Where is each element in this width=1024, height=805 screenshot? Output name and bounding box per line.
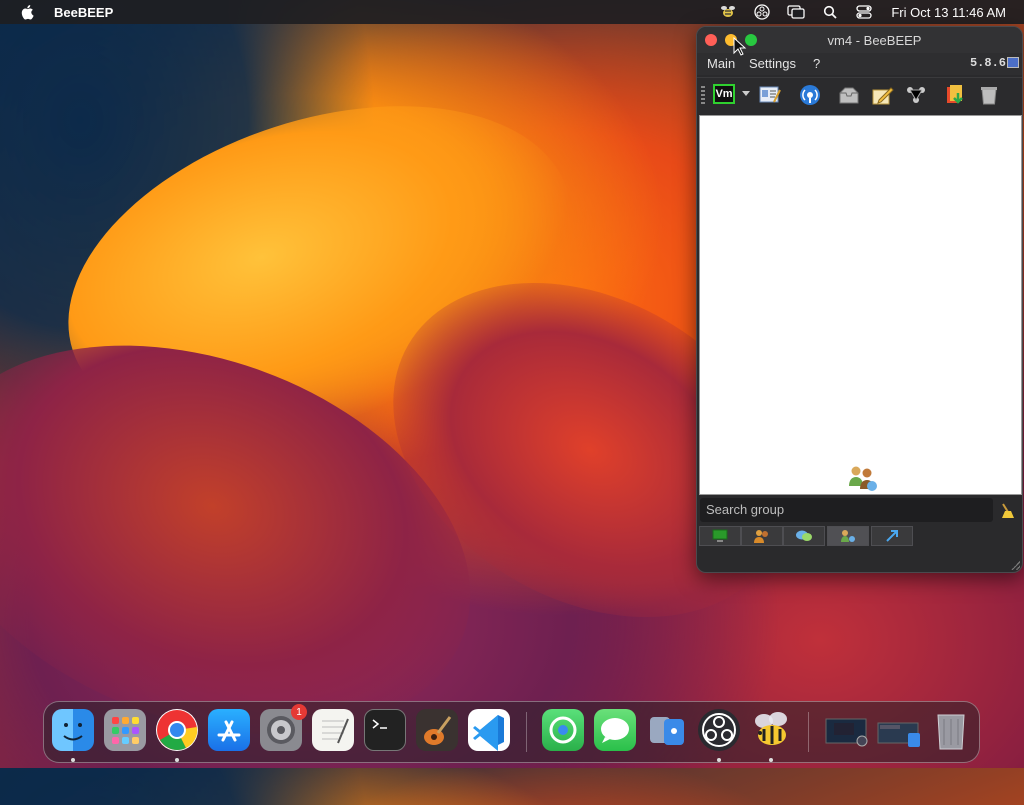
dock-separator	[808, 712, 809, 752]
trash-dock-icon[interactable]	[930, 709, 972, 751]
menu-main[interactable]: Main	[707, 56, 735, 71]
dock-separator	[526, 712, 527, 752]
write-note-icon[interactable]	[870, 83, 896, 107]
group-members-tab[interactable]	[827, 526, 869, 546]
menu-bar-clock[interactable]: Fri Oct 13 11:46 AM	[891, 5, 1006, 20]
control-center-icon[interactable]	[855, 3, 873, 21]
chrome-icon[interactable]	[156, 709, 198, 751]
status-dropdown-icon[interactable]	[742, 91, 750, 96]
garageband-icon[interactable]	[416, 709, 458, 751]
running-indicator	[717, 758, 721, 762]
beebeep-icon[interactable]	[750, 709, 792, 751]
screenshot-preview-icon[interactable]	[824, 709, 868, 751]
dock: 1	[43, 701, 980, 763]
minimized-window-icon[interactable]	[876, 709, 920, 751]
broadcast-icon[interactable]	[797, 83, 823, 107]
trash-icon[interactable]	[976, 83, 1002, 107]
beebeep-status-icon[interactable]	[719, 3, 737, 21]
profile-card-icon[interactable]	[757, 83, 783, 107]
app-store-icon[interactable]	[208, 709, 250, 751]
screen-mirroring-icon[interactable]	[787, 3, 806, 21]
notification-badge: 1	[291, 704, 307, 720]
inbox-icon[interactable]	[836, 83, 862, 107]
menu-help[interactable]: ?	[813, 56, 820, 71]
bottom-tab-bar	[697, 526, 1022, 548]
running-indicator	[769, 758, 773, 762]
obs-status-icon[interactable]	[753, 3, 771, 21]
language-flag-icon[interactable]	[1007, 57, 1019, 68]
migration-assistant-icon[interactable]	[646, 709, 688, 751]
running-indicator	[175, 758, 179, 762]
chats-tab[interactable]	[783, 526, 825, 546]
spotlight-search-icon[interactable]	[821, 3, 839, 21]
window-resize-handle[interactable]	[1011, 561, 1020, 570]
main-toolbar: Vm	[697, 77, 1022, 114]
vscode-icon[interactable]	[468, 709, 510, 751]
toolbar-grip-icon[interactable]	[701, 86, 705, 104]
active-app-name[interactable]: BeeBEEP	[54, 5, 113, 20]
menu-settings[interactable]: Settings	[749, 56, 796, 71]
system-settings-icon[interactable]: 1	[260, 704, 307, 751]
terminal-icon[interactable]	[364, 709, 406, 751]
messages-icon[interactable]	[594, 709, 636, 751]
textedit-icon[interactable]	[312, 709, 354, 751]
groups-icon	[846, 462, 878, 499]
file-share-icon[interactable]	[943, 83, 969, 107]
search-group-input[interactable]: Search group	[700, 498, 993, 522]
launchpad-icon[interactable]	[104, 709, 146, 751]
groups-tab[interactable]	[741, 526, 783, 546]
obs-icon[interactable]	[698, 709, 740, 751]
users-tab[interactable]	[699, 526, 741, 546]
beebeep-window: vm4 - BeeBEEP Main Settings ? 5.8.6 Vm S…	[696, 26, 1023, 573]
chat-list-panel[interactable]	[699, 115, 1022, 495]
running-indicator	[71, 758, 75, 762]
finder-icon[interactable]	[52, 709, 94, 751]
find-my-icon[interactable]	[542, 709, 584, 751]
file-transfer-tab[interactable]	[871, 526, 913, 546]
version-label: 5.8.6	[969, 56, 1006, 70]
search-group-placeholder: Search group	[706, 502, 785, 517]
network-plugins-icon[interactable]	[903, 83, 929, 107]
user-status-button[interactable]: Vm	[713, 84, 735, 104]
apple-icon[interactable]	[20, 4, 34, 20]
clear-search-icon[interactable]	[997, 501, 1017, 521]
mouse-cursor-icon	[733, 37, 747, 56]
menu-bar: BeeBEEP Fri Oct 13 11:46 AM	[0, 0, 1024, 24]
